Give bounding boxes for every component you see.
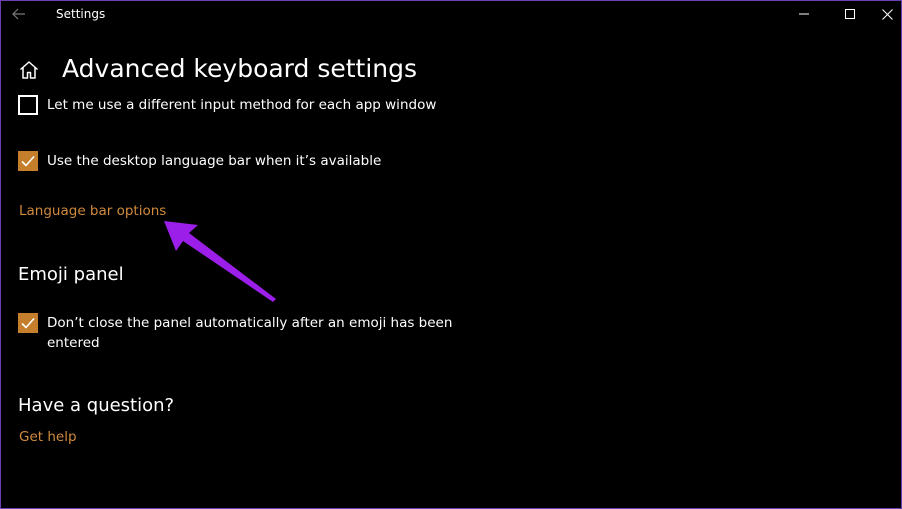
settings-window: Settings Advanced keyboard settings Let … (0, 0, 902, 509)
close-button[interactable] (873, 1, 901, 27)
annotation-arrow-icon (164, 221, 276, 302)
help-heading: Have a question? (18, 395, 175, 416)
back-arrow-icon (12, 8, 25, 20)
minimize-icon (799, 13, 809, 15)
app-title: Settings (56, 7, 106, 21)
get-help-link[interactable]: Get help (19, 427, 77, 447)
maximize-icon (845, 9, 855, 19)
language-bar-options-link[interactable]: Language bar options (19, 201, 166, 221)
page-title: Advanced keyboard settings (62, 54, 418, 83)
home-icon[interactable] (18, 59, 40, 81)
desktop-language-bar-label: Use the desktop language bar when it’s a… (47, 153, 382, 169)
back-button[interactable] (9, 4, 29, 24)
desktop-language-bar-option[interactable]: Use the desktop language bar when it’s a… (18, 151, 467, 171)
checkmark-icon (21, 317, 35, 329)
minimize-button[interactable] (781, 1, 827, 27)
input-method-per-app-option[interactable]: Let me use a different input method for … (18, 95, 467, 115)
checkmark-icon (21, 155, 35, 167)
input-method-per-app-label: Let me use a different input method for … (47, 97, 437, 113)
emoji-panel-heading: Emoji panel (18, 264, 124, 285)
emoji-keep-open-label: Don’t close the panel automatically afte… (47, 315, 453, 351)
title-bar: Settings (1, 1, 901, 27)
maximize-button[interactable] (827, 1, 873, 27)
emoji-keep-open-checkbox[interactable] (18, 313, 38, 333)
desktop-language-bar-checkbox[interactable] (18, 151, 38, 171)
close-icon (881, 8, 893, 20)
input-method-per-app-checkbox[interactable] (18, 95, 38, 115)
emoji-keep-open-option[interactable]: Don’t close the panel automatically afte… (18, 313, 467, 353)
